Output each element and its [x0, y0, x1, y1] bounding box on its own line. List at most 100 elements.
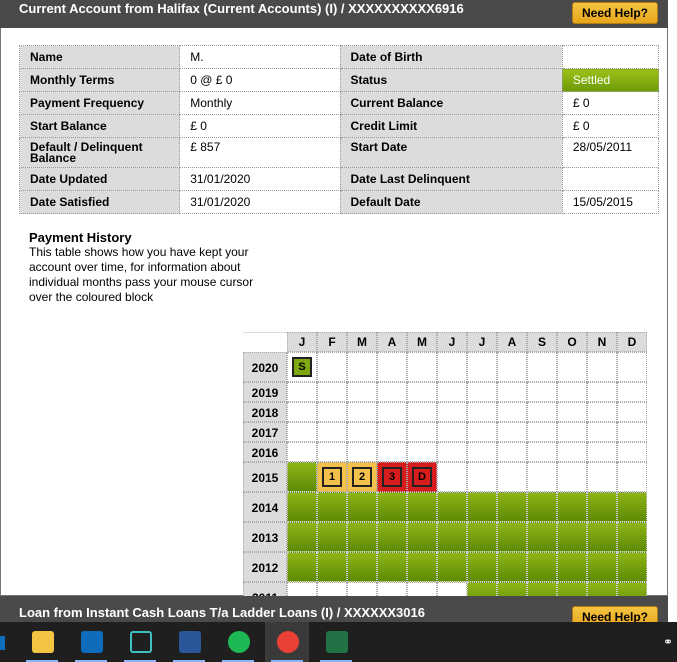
status-marker[interactable]: D [412, 467, 432, 487]
history-cell[interactable]: 2 [347, 462, 377, 492]
history-cell[interactable] [497, 522, 527, 552]
month-header: A [497, 332, 527, 352]
history-cell[interactable] [467, 522, 497, 552]
history-cell[interactable] [347, 552, 377, 582]
word-icon [179, 631, 201, 653]
details-row: Name M. Date of Birth [18, 45, 660, 69]
history-cell-empty [617, 382, 647, 402]
history-cell-empty [587, 382, 617, 402]
history-cell[interactable] [617, 522, 647, 552]
outlook-icon [81, 631, 103, 653]
history-cell[interactable] [557, 492, 587, 522]
history-cell[interactable] [407, 492, 437, 522]
taskbar: ⚭ [0, 622, 677, 662]
details-row: Date Updated 31/01/2020 Date Last Delinque… [18, 167, 660, 191]
status-marker[interactable]: 3 [382, 467, 402, 487]
history-cell-empty [527, 422, 557, 442]
month-header: S [527, 332, 557, 352]
history-cell[interactable] [617, 552, 647, 582]
history-cell[interactable]: 1 [317, 462, 347, 492]
payment-history-title: Payment History [29, 230, 132, 245]
history-cell[interactable] [497, 492, 527, 522]
detail-value: 31/01/2020 [179, 167, 341, 191]
year-header: 2020 [243, 352, 287, 382]
history-cell[interactable] [377, 552, 407, 582]
history-cell[interactable] [467, 492, 497, 522]
month-header: J [287, 332, 317, 352]
sage-taskbar-button[interactable] [118, 622, 162, 662]
history-cell-empty [467, 402, 497, 422]
people-icon[interactable]: ⚭ [663, 635, 675, 649]
need-help-button[interactable]: Need Help? [572, 2, 658, 24]
history-cell[interactable] [317, 522, 347, 552]
history-cell-empty [467, 352, 497, 382]
history-cell[interactable] [407, 552, 437, 582]
status-marker[interactable]: S [292, 357, 312, 377]
history-cell[interactable] [347, 492, 377, 522]
history-cell-empty [617, 462, 647, 492]
history-cell[interactable] [317, 492, 347, 522]
history-cell[interactable] [287, 492, 317, 522]
file-explorer-taskbar-button[interactable] [20, 622, 64, 662]
history-cell[interactable] [407, 522, 437, 552]
spotify-taskbar-button[interactable] [216, 622, 260, 662]
month-header: N [587, 332, 617, 352]
history-cell[interactable] [587, 522, 617, 552]
excel-taskbar-button[interactable] [314, 622, 358, 662]
details-row: Monthly Terms 0 @ £ 0 Status Settled [18, 68, 660, 92]
history-cell[interactable] [467, 552, 497, 582]
history-cell[interactable] [287, 552, 317, 582]
history-cell[interactable]: S [287, 352, 317, 382]
history-cell[interactable] [587, 492, 617, 522]
history-cell-empty [617, 422, 647, 442]
history-cell[interactable] [527, 492, 557, 522]
history-cell[interactable] [437, 522, 467, 552]
history-cell-empty [527, 442, 557, 462]
history-cell-empty [587, 442, 617, 462]
word-taskbar-button[interactable] [167, 622, 211, 662]
history-cell[interactable] [317, 552, 347, 582]
history-cell-empty [557, 442, 587, 462]
history-cell[interactable]: 3 [377, 462, 407, 492]
status-badge: Settled [561, 68, 660, 92]
start-edge-icon[interactable] [0, 636, 5, 650]
chrome-icon [277, 631, 299, 653]
history-cell[interactable]: D [407, 462, 437, 492]
history-cell[interactable] [377, 492, 407, 522]
history-cell-empty [377, 382, 407, 402]
history-cell[interactable] [347, 522, 377, 552]
history-cell[interactable] [377, 522, 407, 552]
history-cell-empty [407, 422, 437, 442]
payment-history-description: This table shows how you have kept your … [29, 245, 254, 304]
status-marker[interactable]: 2 [352, 467, 372, 487]
history-cell[interactable] [437, 552, 467, 582]
history-cell[interactable] [287, 522, 317, 552]
history-cell[interactable] [557, 552, 587, 582]
history-cell-empty [587, 402, 617, 422]
history-cell-empty [437, 352, 467, 382]
status-marker[interactable]: 1 [322, 467, 342, 487]
history-cell[interactable] [617, 492, 647, 522]
history-cell[interactable] [287, 462, 317, 492]
history-cell-empty [347, 402, 377, 422]
detail-value: 31/01/2020 [179, 190, 341, 214]
detail-label: Default / Delinquent Balance [18, 137, 181, 168]
history-cell[interactable] [497, 552, 527, 582]
detail-value: 0 @ £ 0 [179, 68, 341, 92]
detail-label: Start Date [339, 137, 563, 168]
chrome-taskbar-button[interactable] [265, 622, 309, 662]
detail-label: Date Satisfied [18, 190, 181, 214]
month-header: J [467, 332, 497, 352]
history-cell[interactable] [557, 522, 587, 552]
account-details-table: Name M. Date of Birth Monthly Terms 0 @ £ 0S… [18, 45, 660, 214]
history-cell-empty [437, 442, 467, 462]
outlook-taskbar-button[interactable] [69, 622, 113, 662]
detail-label: Payment Frequency [18, 91, 181, 115]
history-cell[interactable] [587, 552, 617, 582]
detail-label: Date of Birth [339, 45, 563, 69]
history-cell-empty [437, 402, 467, 422]
month-header: F [317, 332, 347, 352]
history-cell[interactable] [527, 522, 557, 552]
history-cell[interactable] [527, 552, 557, 582]
history-cell[interactable] [437, 492, 467, 522]
